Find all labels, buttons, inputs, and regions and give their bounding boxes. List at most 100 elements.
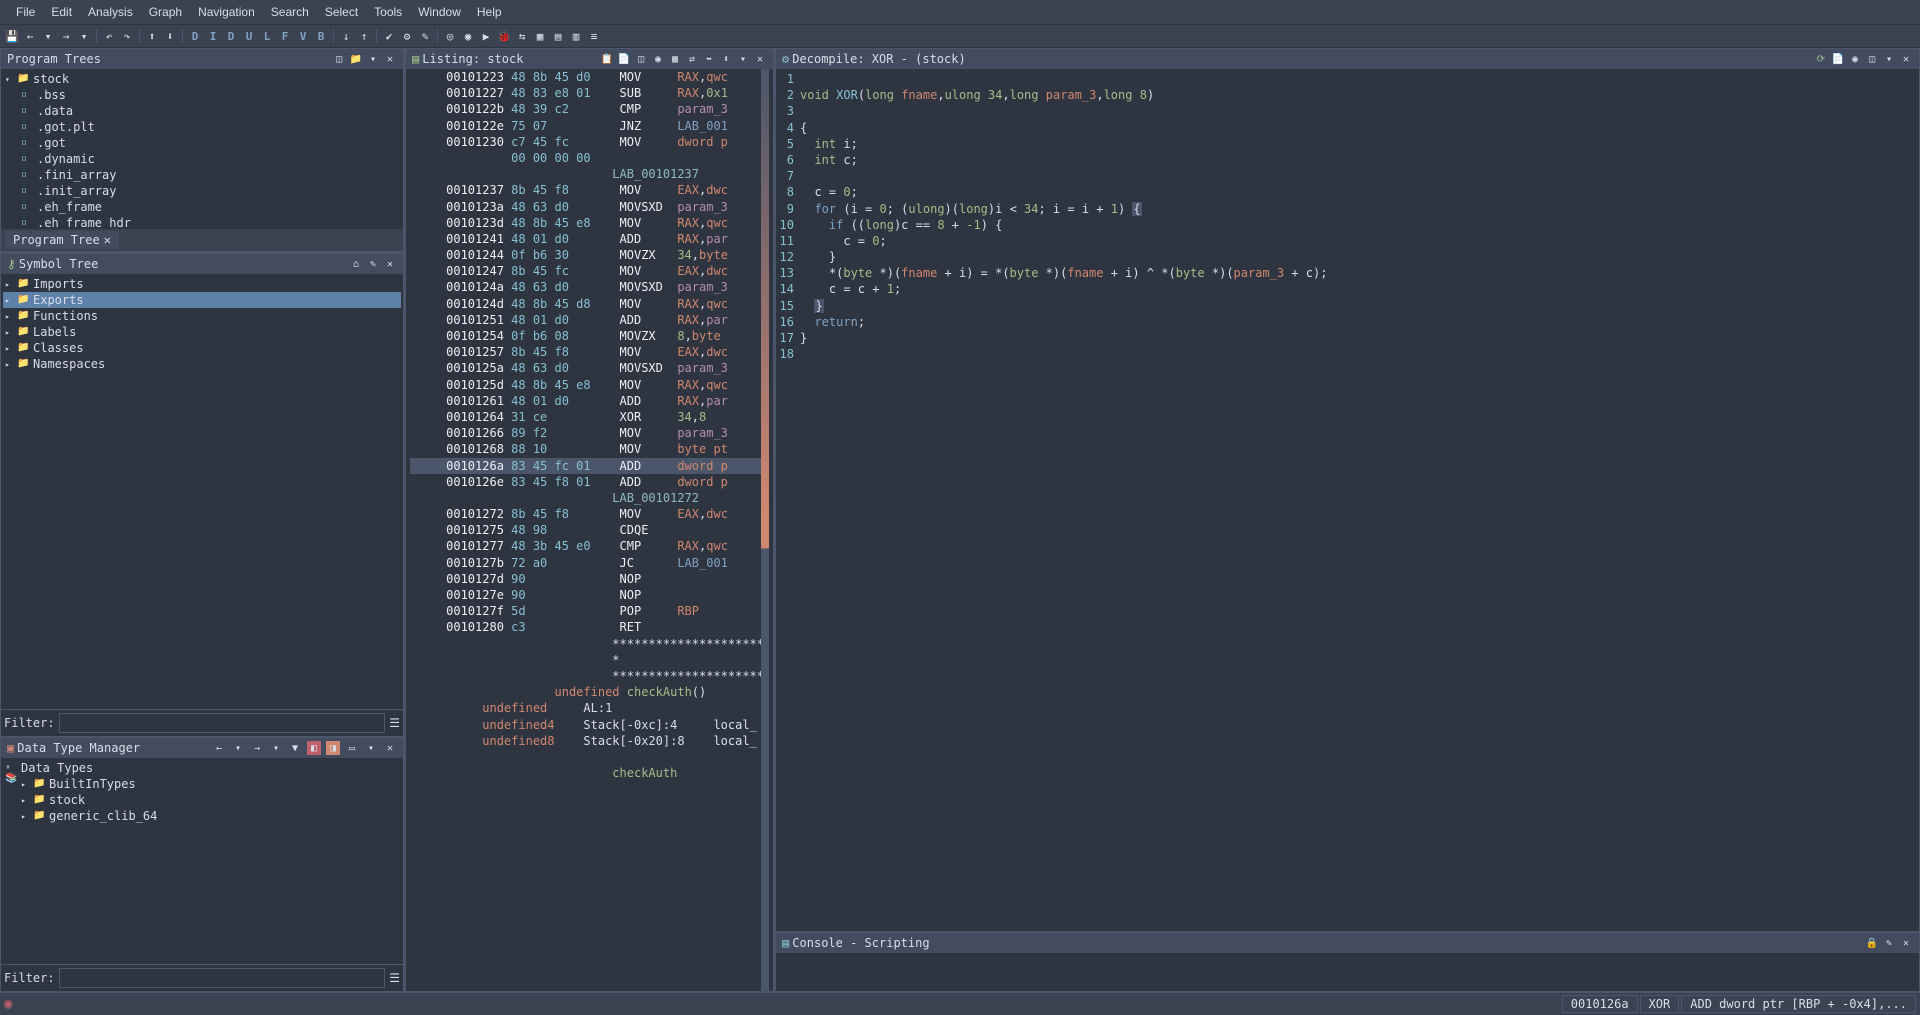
listing-line[interactable]: 00101223 48 8b 45 d0 MOV RAX,qwc [410, 69, 761, 85]
listing-line[interactable]: 0010123d 48 8b 45 e8 MOV RAX,qwc [410, 215, 761, 231]
decompile-line[interactable]: 11 c = 0; [778, 233, 1917, 249]
export-icon[interactable]: 📄 [1831, 52, 1845, 66]
up-icon[interactable]: ↑ [356, 28, 372, 44]
close-icon[interactable]: ✕ [383, 741, 397, 755]
filter-icon[interactable]: ▼ [288, 741, 302, 755]
L-icon[interactable]: L [259, 28, 275, 44]
decompile-line[interactable]: 13 *(byte *)(fname + i) = *(byte *)(fnam… [778, 265, 1917, 281]
check-icon[interactable]: ✔ [381, 28, 397, 44]
decompile-line[interactable]: 6 int c; [778, 152, 1917, 168]
listing-line[interactable]: 00101241 48 01 d0 ADD RAX,par [410, 231, 761, 247]
console-body[interactable] [776, 953, 1919, 991]
listing-line[interactable]: 00101251 48 01 d0 ADD RAX,par [410, 312, 761, 328]
decompile-line[interactable]: 12 } [778, 249, 1917, 265]
menu-icon[interactable]: ▾ [366, 52, 380, 66]
run-icon[interactable]: ▶ [478, 28, 494, 44]
back-menu-icon[interactable]: ▾ [40, 28, 56, 44]
symbol-filter-input[interactable] [59, 713, 386, 733]
toggle-icon[interactable]: ◫ [634, 52, 648, 66]
listing-line[interactable]: 0010127d 90 NOP [410, 571, 761, 587]
listing-scrollbar[interactable] [761, 69, 769, 991]
next-icon[interactable]: ⬇ [162, 28, 178, 44]
fwd-menu-icon[interactable]: ▾ [269, 741, 283, 755]
decompile-body[interactable]: 12void XOR(long fname,ulong 34,long para… [776, 69, 1919, 931]
decompile-line[interactable]: 4{ [778, 120, 1917, 136]
symbol-tree-item-exports[interactable]: ▸📁Exports [3, 292, 401, 308]
listing-line[interactable]: 0010123a 48 63 d0 MOVSXD param_3 [410, 199, 761, 215]
program-tree-item[interactable]: ▫.init_array [3, 183, 401, 199]
menu-icon[interactable]: ▾ [364, 741, 378, 755]
dtm-item[interactable]: ▸📁stock [3, 792, 401, 808]
back-menu-icon[interactable]: ▾ [231, 741, 245, 755]
symbol-tree-item-classes[interactable]: ▸📁Classes [3, 340, 401, 356]
open-icon[interactable]: 📁 [349, 52, 363, 66]
B-icon[interactable]: B [313, 28, 329, 44]
refresh-icon[interactable]: ⟳ [1814, 52, 1828, 66]
I-icon[interactable]: I [205, 28, 221, 44]
fields-icon[interactable]: ▦ [668, 52, 682, 66]
listing-line[interactable]: 00101268 88 10 MOV byte pt [410, 441, 761, 457]
listing-line[interactable]: 0010127b 72 a0 JC LAB_001 [410, 555, 761, 571]
collapse-icon[interactable]: ▭ [345, 741, 359, 755]
symbol-tree-item-labels[interactable]: ▸📁Labels [3, 324, 401, 340]
menu-analysis[interactable]: Analysis [80, 3, 141, 21]
menu-tools[interactable]: Tools [366, 3, 410, 21]
listing-line[interactable]: LAB_00101237 [410, 166, 761, 182]
nav2-icon[interactable]: ⬍ [719, 52, 733, 66]
program-tree-item[interactable]: ▫.got [3, 135, 401, 151]
decompile-line[interactable]: 17} [778, 330, 1917, 346]
program-tree-item[interactable]: ▫.eh_frame_hdr [3, 215, 401, 229]
listing-line[interactable]: 0010125d 48 8b 45 e8 MOV RAX,qwc [410, 377, 761, 393]
menu-edit[interactable]: Edit [43, 3, 80, 21]
filter-options-icon[interactable]: ☰ [389, 971, 400, 985]
copy-icon[interactable]: 📋 [600, 52, 614, 66]
close-icon[interactable]: ✕ [383, 52, 397, 66]
menu-icon[interactable]: ▾ [736, 52, 750, 66]
listing-line[interactable]: 00101275 48 98 CDQE [410, 522, 761, 538]
listing-line[interactable]: 00101280 c3 RET [410, 619, 761, 635]
close-icon[interactable]: ✕ [753, 52, 767, 66]
listing-line[interactable]: 0010122e 75 07 JNZ LAB_001 [410, 118, 761, 134]
decompile-line[interactable]: 16 return; [778, 314, 1917, 330]
close-icon[interactable]: ✕ [1899, 936, 1913, 950]
listing-line[interactable]: 0010122b 48 39 c2 CMP param_3 [410, 101, 761, 117]
decompile-line[interactable]: 14 c = c + 1; [778, 281, 1917, 297]
graph-icon[interactable]: ◉ [460, 28, 476, 44]
decompile-line[interactable]: 18 [778, 346, 1917, 362]
close-icon[interactable]: ✕ [104, 233, 111, 247]
D-icon[interactable]: D [223, 28, 239, 44]
menu-graph[interactable]: Graph [141, 3, 190, 21]
debug-icon[interactable]: ◫ [1865, 52, 1879, 66]
back-icon[interactable]: ← [212, 741, 226, 755]
marker-icon[interactable]: ◎ [442, 28, 458, 44]
program-tree-item[interactable]: ▫.bss [3, 87, 401, 103]
listing-line[interactable]: LAB_00101272 [410, 490, 761, 506]
home-icon[interactable]: ⌂ [349, 257, 363, 271]
camera-icon[interactable]: ◫ [332, 52, 346, 66]
dtm-item[interactable]: ▸📁BuiltInTypes [3, 776, 401, 792]
listing-line[interactable]: 0010125a 48 63 d0 MOVSXD param_3 [410, 360, 761, 376]
conflict-icon[interactable]: ◧ [307, 741, 321, 755]
U-icon[interactable]: U [241, 28, 257, 44]
listing-line[interactable]: 00101230 c7 45 fc MOV dword p [410, 134, 761, 150]
close-icon[interactable]: ✕ [383, 257, 397, 271]
redo-icon[interactable]: ↷ [119, 28, 135, 44]
edit-icon[interactable]: ✎ [417, 28, 433, 44]
program-tree-root[interactable]: ▾ 📁 stock [3, 71, 401, 87]
listing-body[interactable]: 00101223 48 8b 45 d0 MOV RAX,qwc 0010122… [406, 69, 773, 991]
listing-line[interactable]: 0010124d 48 8b 45 d8 MOV RAX,qwc [410, 296, 761, 312]
listing-line[interactable]: 0010127f 5d POP RBP [410, 603, 761, 619]
decompile-line[interactable]: 7 [778, 168, 1917, 184]
listing-line[interactable]: 00101257 8b 45 f8 MOV EAX,dwc [410, 344, 761, 360]
listing-line[interactable]: 00101244 0f b6 30 MOVZX 34,byte [410, 247, 761, 263]
listing-line[interactable]: 0010126a 83 45 fc 01 ADD dword p [410, 458, 761, 474]
debug-icon[interactable]: 🐞 [496, 28, 512, 44]
menu-select[interactable]: Select [317, 3, 366, 21]
listing-line[interactable]: 00101277 48 3b 45 e0 CMP RAX,qwc [410, 538, 761, 554]
menu-navigation[interactable]: Navigation [190, 3, 263, 21]
program-tree-item[interactable]: ▫.dynamic [3, 151, 401, 167]
listing-line[interactable]: 0010124a 48 63 d0 MOVSXD param_3 [410, 279, 761, 295]
symbol-tree-item-imports[interactable]: ▸📁Imports [3, 276, 401, 292]
D-icon[interactable]: D [187, 28, 203, 44]
fwd-icon[interactable]: → [58, 28, 74, 44]
